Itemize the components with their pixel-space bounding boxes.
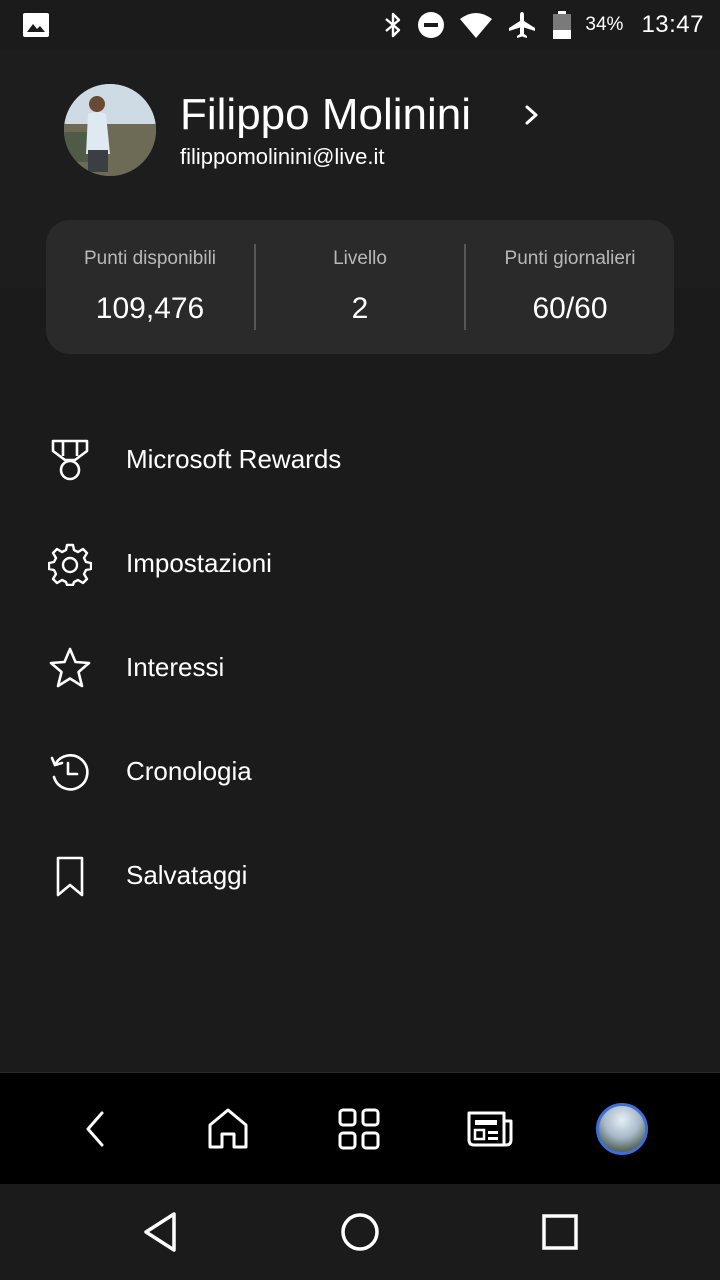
system-nav-bar bbox=[0, 1184, 720, 1280]
stat-value: 2 bbox=[351, 292, 369, 325]
gear-icon bbox=[48, 543, 92, 586]
do-not-disturb-icon bbox=[418, 12, 445, 38]
stat-level: Livello 2 bbox=[256, 220, 464, 354]
stat-available-points: Punti disponibili 109,476 bbox=[46, 220, 254, 354]
menu-item-label: Cronologia bbox=[126, 756, 252, 786]
stat-daily-points: Punti giornalieri 60/60 bbox=[466, 220, 674, 354]
menu-item-microsoft-rewards[interactable]: Microsoft Rewards bbox=[0, 406, 720, 510]
home-icon bbox=[208, 1108, 248, 1149]
apps-button[interactable] bbox=[331, 1101, 387, 1157]
profile-header[interactable]: Filippo Molinini filippomolinini@live.it bbox=[64, 84, 664, 180]
wifi-icon bbox=[460, 13, 493, 38]
profile-nav-button[interactable] bbox=[594, 1101, 650, 1157]
star-icon bbox=[49, 647, 91, 688]
menu-item-label: Interessi bbox=[126, 652, 225, 682]
system-back-icon[interactable] bbox=[138, 1208, 186, 1256]
bluetooth-icon bbox=[385, 12, 401, 38]
menu-item-interessi[interactable]: Interessi bbox=[0, 614, 720, 718]
app-bottom-nav bbox=[0, 1072, 720, 1184]
history-icon bbox=[50, 754, 89, 791]
clock: 13:47 bbox=[641, 11, 704, 38]
home-button[interactable] bbox=[200, 1101, 256, 1157]
status-icons: 34% 13:47 bbox=[369, 6, 704, 44]
menu-item-impostazioni[interactable]: Impostazioni bbox=[0, 510, 720, 614]
system-home-icon[interactable] bbox=[336, 1208, 384, 1256]
menu-item-label: Salvataggi bbox=[126, 860, 248, 890]
bookmark-icon bbox=[56, 856, 84, 897]
avatar[interactable] bbox=[64, 84, 156, 176]
profile-avatar bbox=[596, 1103, 648, 1155]
apps-grid-icon bbox=[338, 1108, 380, 1150]
airplane-icon bbox=[509, 12, 536, 38]
stat-value: 109,476 bbox=[95, 292, 205, 325]
back-button[interactable] bbox=[68, 1101, 124, 1157]
image-icon bbox=[23, 13, 49, 37]
battery-percentage: 34% bbox=[585, 14, 624, 35]
menu-list: Microsoft Rewards Impostazioni Interessi… bbox=[0, 406, 720, 926]
menu-item-salvataggi[interactable]: Salvataggi bbox=[0, 822, 720, 926]
stat-label: Livello bbox=[333, 248, 387, 269]
battery-icon bbox=[553, 11, 572, 39]
rewards-stats-card[interactable]: Punti disponibili 109,476 Livello 2 Punt… bbox=[46, 220, 674, 354]
avatar-photo bbox=[64, 84, 156, 176]
stat-value: 60/60 bbox=[532, 292, 608, 325]
system-recents-icon[interactable] bbox=[536, 1208, 584, 1256]
news-button[interactable] bbox=[462, 1101, 518, 1157]
news-icon bbox=[467, 1111, 513, 1147]
menu-item-cronologia[interactable]: Cronologia bbox=[0, 718, 720, 822]
menu-item-label: Impostazioni bbox=[126, 548, 272, 578]
status-bar: 34% 13:47 bbox=[0, 0, 720, 50]
profile-email: filippomolinini@live.it bbox=[180, 144, 385, 169]
menu-item-label: Microsoft Rewards bbox=[126, 444, 342, 474]
chevron-right-icon[interactable] bbox=[520, 100, 544, 130]
stat-label: Punti giornalieri bbox=[504, 248, 636, 269]
medal-icon bbox=[51, 439, 89, 481]
back-icon bbox=[86, 1111, 104, 1147]
stat-label: Punti disponibili bbox=[83, 248, 217, 269]
profile-name[interactable]: Filippo Molinini bbox=[180, 90, 471, 140]
